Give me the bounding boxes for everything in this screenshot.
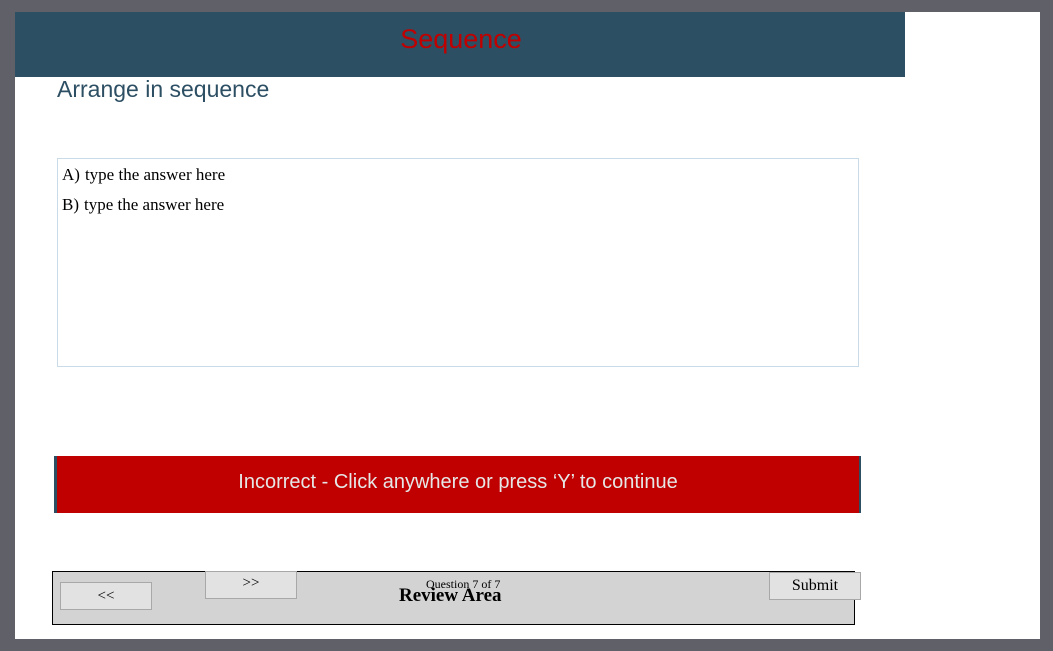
sequence-item-text: type the answer here <box>84 195 225 214</box>
question-instruction: Arrange in sequence <box>57 76 270 102</box>
sequence-item-letter: B) <box>62 195 79 214</box>
feedback-message: Incorrect - Click anywhere or press ‘Y’ … <box>238 471 678 493</box>
slide-canvas: Sequence Arrange in sequence A) type the … <box>15 12 1040 639</box>
review-area-title: Review Area <box>399 585 502 606</box>
sequence-answer-list: A) type the answer here B) type the answer… <box>57 158 859 367</box>
submit-button[interactable]: Submit <box>769 572 861 600</box>
incorrect-feedback-banner[interactable]: Incorrect - Click anywhere or press ‘Y’ … <box>54 456 861 513</box>
sequence-item-b[interactable]: B) type the answer here <box>62 195 224 215</box>
header-bar: Sequence <box>15 12 905 77</box>
slide-title: Sequence <box>400 24 522 54</box>
review-area-panel: << >> Question 7 of 7 Review Area Submit <box>52 571 861 625</box>
sequence-item-a[interactable]: A) type the answer here <box>62 165 225 185</box>
previous-button[interactable]: << <box>60 582 152 610</box>
sequence-item-text: type the answer here <box>84 165 226 184</box>
next-button[interactable]: >> <box>205 571 297 599</box>
sequence-item-letter: A) <box>62 165 80 184</box>
